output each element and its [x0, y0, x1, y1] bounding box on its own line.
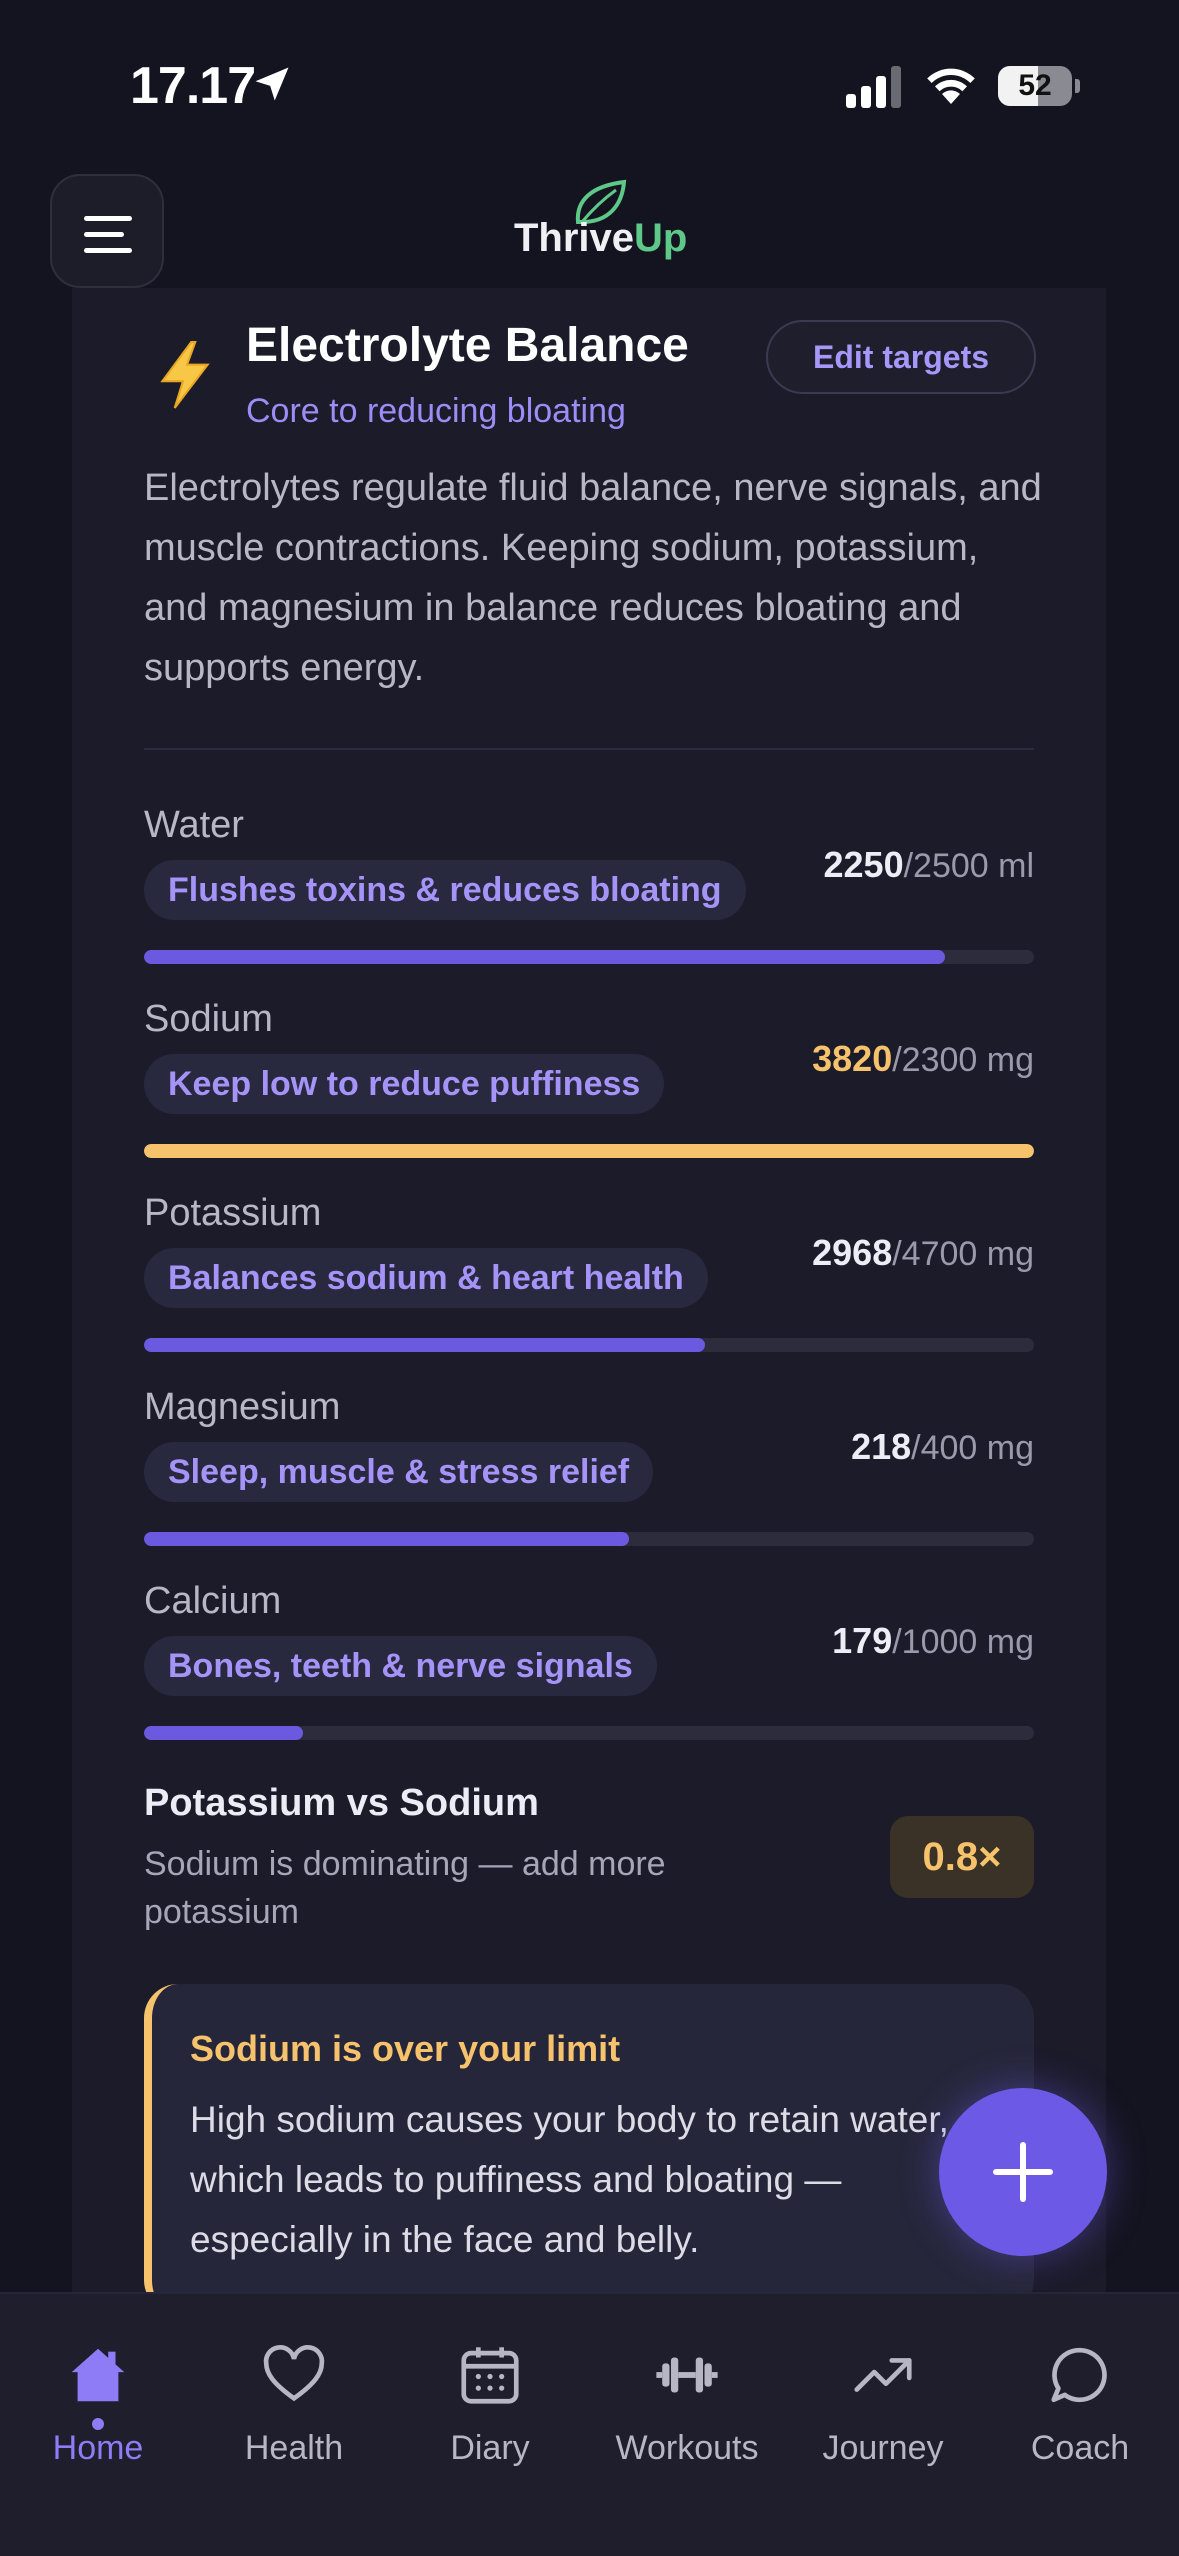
nutrient-name: Sodium [144, 998, 273, 1040]
nutrient-name: Calcium [144, 1580, 282, 1622]
tab-health[interactable]: Health [204, 2340, 384, 2490]
logo-text-thrive: Thrive [514, 216, 635, 260]
nutrient-tag: Sleep, muscle & stress relief [144, 1442, 654, 1502]
nutrient-name: Potassium [144, 1192, 322, 1234]
battery-level: 52 [1018, 69, 1052, 102]
wifi-icon [927, 68, 975, 104]
progress-track [144, 1532, 1034, 1546]
alert-title: Sodium is over your limit [190, 2028, 621, 2069]
cellular-signal-icon [846, 66, 901, 108]
nutrient-row-magnesium: Magnesium Sleep, muscle & stress relief … [144, 1386, 1034, 1546]
ratio-badge: 0.8× [890, 1816, 1034, 1898]
lightning-icon [160, 341, 210, 409]
nutrient-tag: Keep low to reduce puffiness [144, 1054, 665, 1114]
nutrient-name: Water [144, 804, 244, 846]
nutrient-value: 3820/2300 mg [812, 1038, 1034, 1079]
progress-fill [144, 1532, 630, 1546]
nutrient-tag: Balances sodium & heart health [144, 1248, 708, 1308]
nutrient-tag: Bones, teeth & nerve signals [144, 1636, 657, 1696]
nutrient-value: 2250/2500 ml [823, 844, 1035, 885]
tab-label: Health [244, 2429, 344, 2467]
progress-track [144, 1338, 1034, 1352]
nutrient-row-calcium: Calcium Bones, teeth & nerve signals 179… [144, 1580, 1034, 1740]
tab-coach[interactable]: Coach [990, 2340, 1170, 2490]
progress-track [144, 1726, 1034, 1740]
nutrient-value: 2968/4700 mg [812, 1232, 1034, 1273]
battery-indicator: 52 [998, 66, 1080, 106]
tab-label: Diary [450, 2429, 530, 2467]
progress-fill [144, 1338, 705, 1352]
nutrient-tag: Flushes toxins & reduces bloating [144, 860, 746, 920]
nutrient-row-water: Water Flushes toxins & reduces bloating … [144, 804, 1034, 964]
home-icon [71, 2348, 125, 2402]
tab-journey[interactable]: Journey [793, 2340, 973, 2490]
tab-label: Home [52, 2429, 144, 2467]
progress-fill [144, 1726, 304, 1740]
tab-label: Workouts [615, 2429, 759, 2467]
progress-track [144, 1144, 1034, 1158]
tab-diary[interactable]: Diary [400, 2340, 580, 2490]
ratio-title: Potassium vs Sodium [144, 1782, 539, 1824]
logo-text-up: Up [634, 216, 688, 260]
menu-icon [84, 216, 132, 221]
add-button[interactable] [939, 2088, 1107, 2256]
active-indicator [92, 2418, 104, 2430]
status-bar: 17.17 52 [0, 0, 1179, 170]
nutrient-row-potassium: Potassium Balances sodium & heart health… [144, 1192, 1034, 1352]
progress-fill [144, 1144, 1034, 1158]
nutrient-name: Magnesium [144, 1386, 341, 1428]
menu-button[interactable] [50, 174, 164, 288]
bottom-nav: Home Health Diary Workouts Journey Coach [0, 2292, 1179, 2556]
nutrient-row-sodium: Sodium Keep low to reduce puffiness 3820… [144, 998, 1034, 1158]
sodium-alert: Sodium is over your limit High sodium ca… [144, 1984, 1034, 2314]
heart-icon [263, 2345, 325, 2402]
trend-icon [854, 2358, 912, 2392]
chat-icon [1051, 2347, 1107, 2403]
tab-label: Coach [1030, 2429, 1130, 2467]
electrolyte-card: Electrolyte Balance Core to reducing blo… [72, 288, 1106, 2314]
location-arrow-icon [255, 67, 289, 101]
alert-body: High sodium causes your body to retain w… [190, 2099, 949, 2260]
card-subtitle: Core to reducing bloating [246, 392, 626, 430]
nutrient-value: 179/1000 mg [832, 1620, 1034, 1661]
progress-fill [144, 950, 945, 964]
progress-track [144, 950, 1034, 964]
tab-workouts[interactable]: Workouts [597, 2340, 777, 2490]
tab-label: Journey [822, 2429, 944, 2467]
dumbbell-icon [656, 2357, 718, 2393]
nutrient-value: 218/400 mg [851, 1426, 1034, 1467]
tab-home[interactable]: Home [8, 2340, 188, 2490]
card-title: Electrolyte Balance [246, 319, 689, 372]
status-time: 17.17 [130, 57, 256, 115]
divider [144, 748, 1034, 750]
app-logo: ThriveUp [510, 176, 687, 266]
calendar-icon [461, 2347, 519, 2404]
card-description: Electrolytes regulate fluid balance, ner… [144, 467, 1042, 689]
edit-targets-button[interactable]: Edit targets [766, 320, 1036, 394]
ratio-subtitle: Sodium is dominating — add more potassiu… [144, 1845, 666, 1931]
